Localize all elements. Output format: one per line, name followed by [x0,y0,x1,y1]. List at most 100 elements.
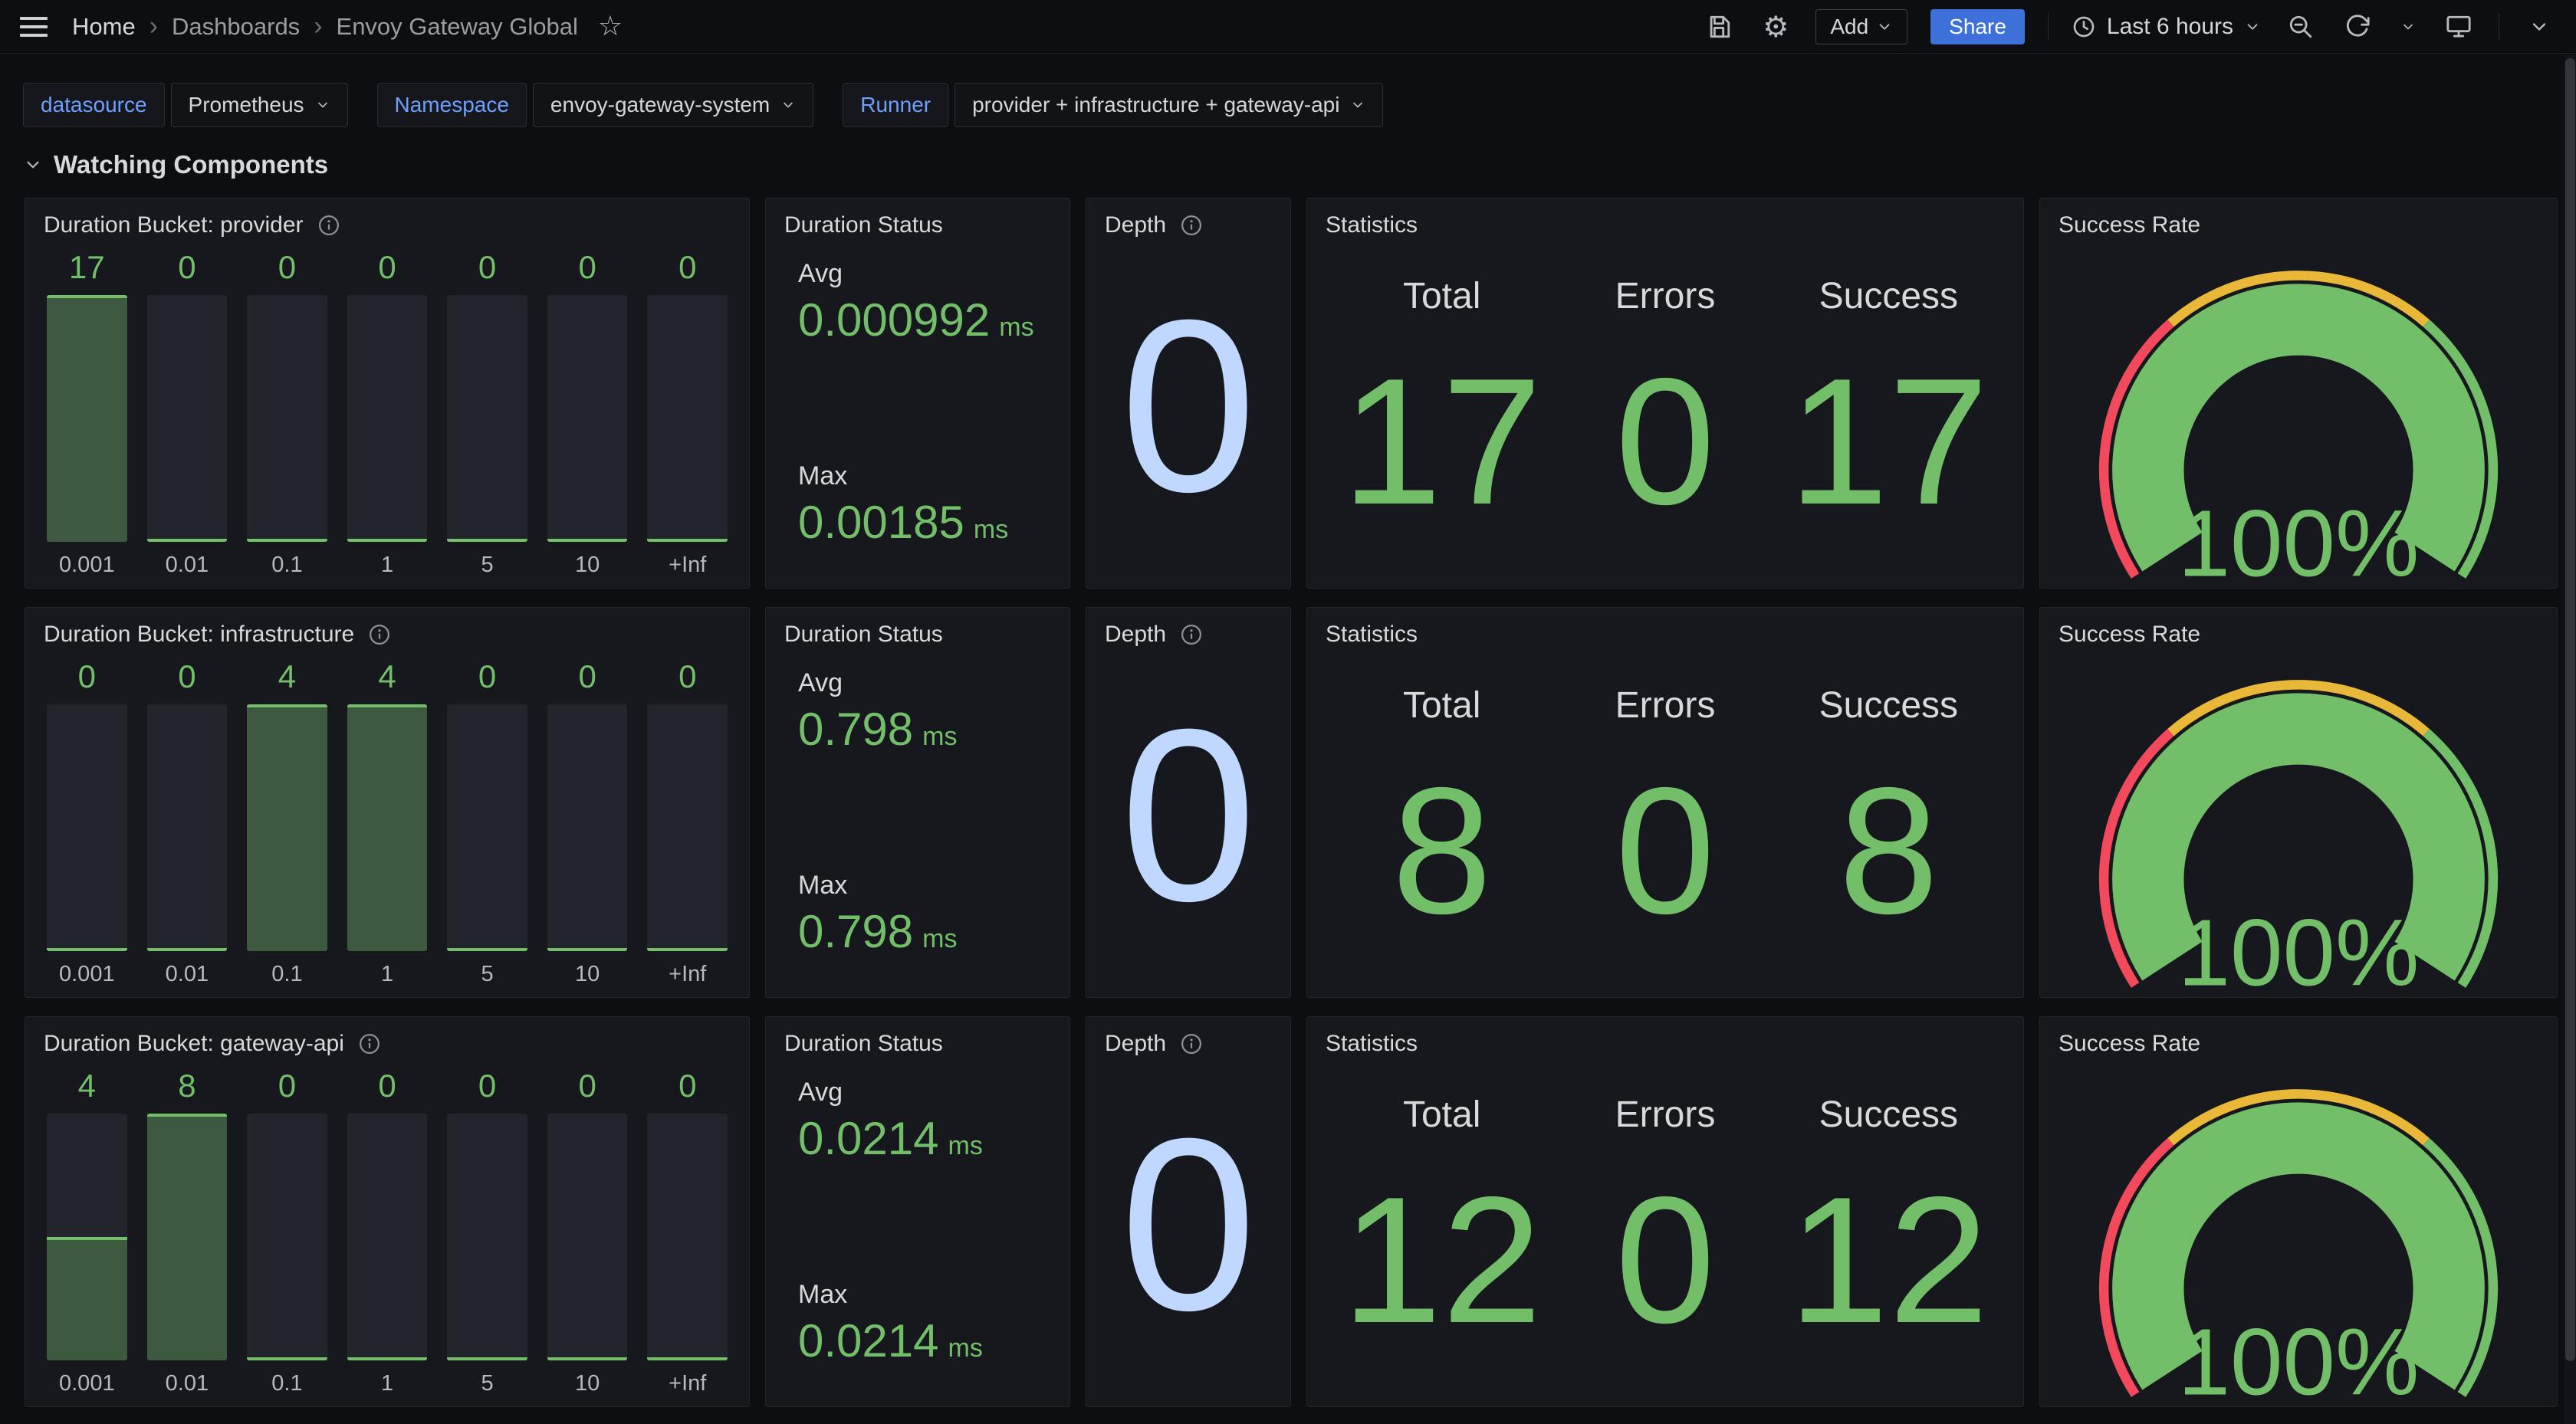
bar-gauge: 00.00100.0140.141050100+Inf [47,655,728,988]
bar-fill [247,704,327,951]
panel-title[interactable]: Success Rate [2058,622,2200,648]
info-icon[interactable] [368,623,391,646]
bar-column: 00.001 [47,655,127,988]
dashboard-settings-gear-icon[interactable]: ⚙ [1759,10,1792,44]
scrollbar-thumb[interactable] [2565,58,2575,1361]
bar-fill [247,1357,327,1360]
bar-value-label: 0 [47,655,127,704]
bar-value-label: 4 [347,655,428,704]
bar-track [347,704,428,951]
share-button[interactable]: Share [1930,9,2025,44]
bar-value-label: 0 [447,1065,527,1114]
avg-stat: Avg 0.798ms [798,668,1070,756]
panel-title[interactable]: Duration Status [784,212,943,238]
vertical-scrollbar[interactable] [2564,55,2576,1424]
datasource-select[interactable]: Prometheus [171,83,348,127]
chevron-down-icon [780,97,796,113]
panel-duration-status-gateway-api: Duration Status Avg 0.0214ms Max 0.0214m… [765,1016,1070,1407]
panel-success-rate-infrastructure: Success Rate 100% [2039,607,2558,998]
bar-x-axis-label: 0.001 [47,542,127,579]
add-button[interactable]: Add [1815,9,1907,44]
panel-title[interactable]: Depth [1105,212,1166,238]
panel-title[interactable]: Success Rate [2058,212,2200,238]
bar-x-axis-label: 10 [547,1360,628,1397]
runner-select[interactable]: provider + infrastructure + gateway-api [955,83,1383,127]
panel-duration-status-infrastructure: Duration Status Avg 0.798ms Max 0.798ms [765,607,1070,998]
bar-column: 40.001 [47,1065,127,1397]
panel-title[interactable]: Duration Status [784,1031,943,1057]
save-dashboard-icon[interactable] [1702,10,1736,44]
refresh-interval-chevron-icon[interactable] [2397,10,2419,44]
bar-x-axis-label: +Inf [647,951,728,988]
bar-column: 05 [447,1065,527,1397]
chevron-down-icon [1876,18,1893,35]
panel-title[interactable]: Statistics [1326,212,1418,238]
bar-track [247,1114,327,1360]
bar-fill [447,948,527,951]
bar-column: 0+Inf [647,246,728,579]
panel-title[interactable]: Depth [1105,622,1166,648]
panel-title[interactable]: Duration Bucket: gateway-api [44,1031,344,1057]
depth-value: 0 [1120,1101,1257,1347]
panel-duration-bucket-provider: Duration Bucket: provider 170.00100.0100… [25,198,750,589]
zoom-out-time-icon[interactable] [2284,10,2318,44]
gauge-value-text: 100% [2178,1311,2420,1407]
chevron-down-icon [315,97,330,113]
stat-errors: Errors0 [1553,660,1776,974]
panel-duration-status-provider: Duration Status Avg 0.000992ms Max 0.001… [765,198,1070,589]
bar-track [47,704,127,951]
bar-track [47,295,127,542]
success-rate-gauge: 100% [2050,652,2547,998]
avg-value: 0.798 [798,703,913,756]
bar-track [347,295,428,542]
info-icon[interactable] [1180,214,1203,237]
kiosk-tv-mode-icon[interactable] [2442,10,2476,44]
info-icon[interactable] [317,214,340,237]
info-icon[interactable] [1180,623,1203,646]
bar-value-label: 0 [147,655,228,704]
bar-track [147,1114,228,1360]
bar-track [547,1114,628,1360]
menu-icon[interactable] [20,17,48,37]
row-section-watching-components[interactable]: Watching Components [0,127,2576,179]
panel-statistics-gateway-api: Statistics Total12 Errors0 Success12 [1306,1016,2024,1407]
bar-column: 41 [347,655,428,988]
panel-title[interactable]: Duration Status [784,622,943,648]
panel-title[interactable]: Statistics [1326,1031,1418,1057]
breadcrumb-home[interactable]: Home [72,13,136,41]
panel-title[interactable]: Duration Bucket: infrastructure [44,622,354,648]
favorite-star-icon[interactable]: ☆ [598,11,623,42]
panel-title[interactable]: Duration Bucket: provider [44,212,304,238]
max-stat: Max 0.00185ms [798,461,1070,549]
bar-fill [147,539,228,542]
bar-track [147,704,228,951]
bar-value-label: 0 [347,1065,428,1114]
breadcrumb-dashboards[interactable]: Dashboards [172,13,300,41]
bar-x-axis-label: 1 [347,951,428,988]
max-stat: Max 0.798ms [798,871,1070,958]
bar-fill [447,1357,527,1360]
panel-success-rate-gateway-api: Success Rate 100% [2039,1016,2558,1407]
namespace-select[interactable]: envoy-gateway-system [533,83,813,127]
collapse-topbar-chevron-icon[interactable] [2522,10,2556,44]
panel-title[interactable]: Depth [1105,1031,1166,1057]
panel-title[interactable]: Success Rate [2058,1031,2200,1057]
info-icon[interactable] [358,1032,381,1055]
clock-icon [2072,15,2096,39]
refresh-icon[interactable] [2341,10,2374,44]
bar-value-label: 0 [647,246,728,295]
bar-gauge: 170.00100.0100.101050100+Inf [47,246,728,579]
time-range-picker[interactable]: Last 6 hours [2072,14,2261,40]
bar-x-axis-label: 0.1 [247,542,327,579]
bar-track [347,1114,428,1360]
bar-column: 010 [547,246,628,579]
panel-title[interactable]: Statistics [1326,622,1418,648]
info-icon[interactable] [1180,1032,1203,1055]
panel-duration-bucket-gateway-api: Duration Bucket: gateway-api 40.00180.01… [25,1016,750,1407]
bar-fill [447,539,527,542]
variable-label: Runner [843,83,948,127]
bar-x-axis-label: 0.01 [147,951,228,988]
bar-value-label: 17 [47,246,127,295]
stat-success: Success8 [1777,660,2000,974]
bar-x-axis-label: 0.1 [247,1360,327,1397]
